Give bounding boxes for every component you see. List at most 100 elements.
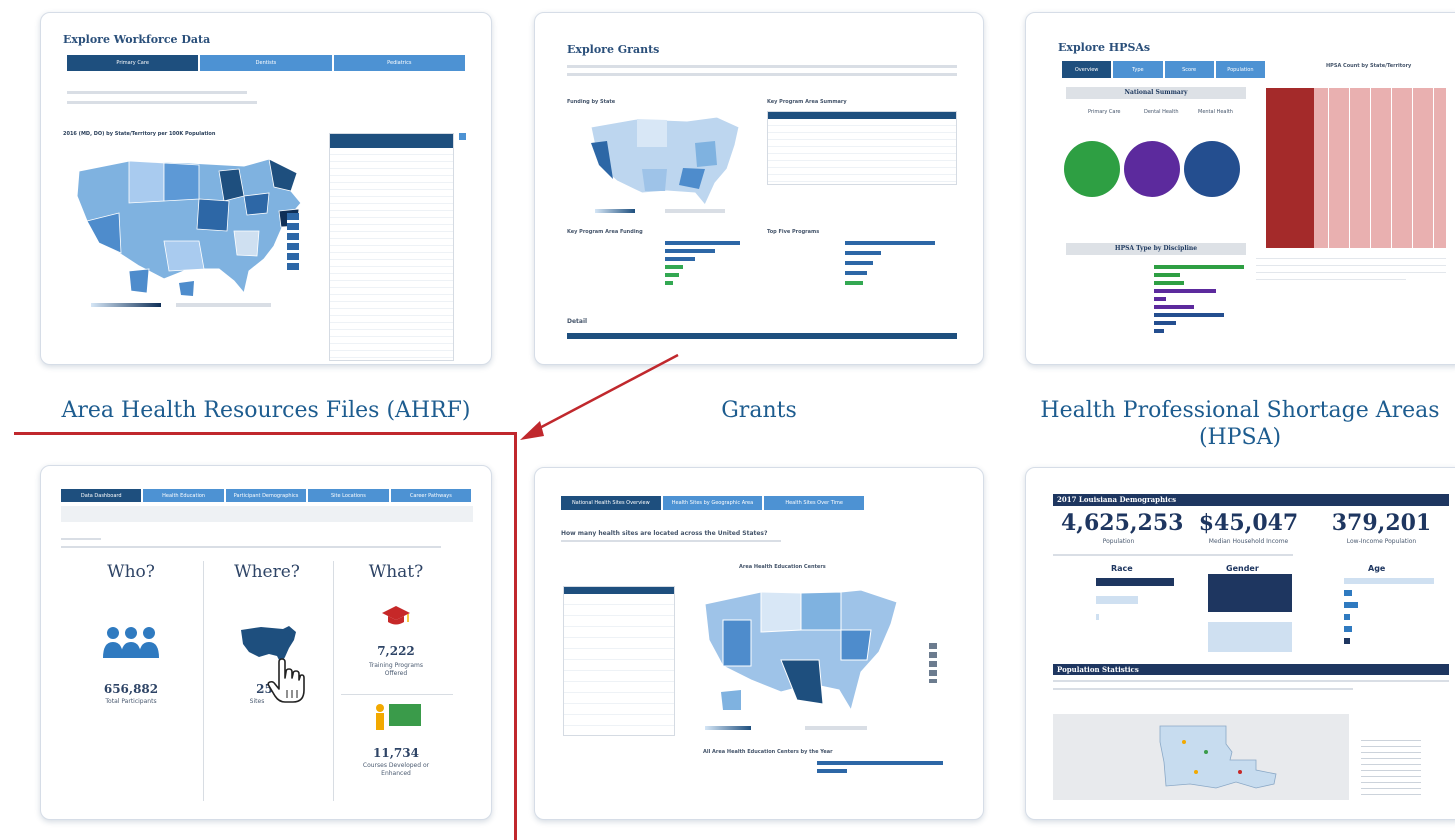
age-bar [1344, 614, 1350, 620]
section-funding-by-state: Funding by State [567, 99, 616, 105]
gender-bar [1208, 622, 1292, 652]
tab-over-time[interactable]: Health Sites Over Time [764, 496, 865, 510]
tab-geographic-area[interactable]: Health Sites by Geographic Area [662, 496, 763, 510]
funding-bar [665, 257, 695, 261]
louisiana-map [1159, 725, 1277, 789]
tab-type[interactable]: Type [1113, 61, 1163, 78]
workforce-dashboard-card[interactable]: Explore Workforce Data Primary Care Dent… [40, 12, 492, 365]
filter-row [67, 101, 257, 104]
discipline-bar [1154, 305, 1194, 309]
tab-national-overview[interactable]: National Health Sites Overview [561, 496, 661, 510]
program-summary-table [767, 111, 957, 185]
ahec-zoom[interactable] [805, 726, 867, 730]
program-bar [845, 251, 881, 255]
demographics-note [1053, 554, 1293, 556]
program-bar [845, 271, 867, 275]
where-heading: Where? [234, 562, 300, 582]
filter-row [67, 91, 247, 94]
column-divider [203, 561, 204, 801]
zoom-controls[interactable] [176, 303, 271, 307]
section-key-program-funding: Key Program Area Funding [567, 229, 643, 235]
age-heading: Age [1368, 564, 1386, 573]
age-bar [1344, 638, 1350, 644]
ahec-tabs: National Health Sites Overview Health Si… [561, 496, 866, 510]
description-line [61, 538, 101, 540]
tab-site-locations[interactable]: Site Locations [308, 489, 389, 502]
discipline-header: HPSA Type by Discipline [1066, 243, 1246, 255]
income-value: $45,047 [1198, 510, 1299, 536]
filter-row [567, 65, 957, 68]
tab-health-education[interactable]: Health Education [143, 489, 224, 502]
map-legend-swatches [287, 213, 299, 273]
tab-overview[interactable]: Overview [1062, 61, 1112, 78]
hpsa-dashboard-card[interactable]: Explore HPSAs Overview Type Score Popula… [1025, 12, 1455, 365]
ahec-legend [705, 726, 751, 730]
hpsa-title: Explore HPSAs [1058, 41, 1151, 54]
national-summary-header: National Summary [1066, 87, 1246, 99]
tab-primary-care[interactable]: Primary Care [67, 55, 199, 71]
tab-score[interactable]: Score [1164, 61, 1214, 78]
description-line [61, 546, 441, 548]
detail-table-header [567, 333, 957, 339]
workforce-tabs: Primary Care Dentists Pediatrics [67, 55, 467, 71]
graduation-cap-icon [382, 606, 410, 625]
state-table [329, 133, 454, 361]
caption-hpsa-line1: Health Professional Shortage Areas [1040, 398, 1440, 423]
funding-bar [665, 249, 715, 253]
ahec-map-title: Area Health Education Centers [739, 564, 826, 570]
what-divider [341, 694, 453, 695]
stats-note [1053, 688, 1353, 690]
discipline-bar [1154, 281, 1184, 285]
discipline-bar [1154, 297, 1166, 301]
discipline-bar [1154, 321, 1176, 325]
ahec-us-map [704, 589, 898, 712]
race-bar [1096, 596, 1138, 604]
workforce-title: Explore Workforce Data [63, 33, 211, 46]
section-top-five-programs: Top Five Programs [767, 229, 820, 235]
funding-bar [665, 241, 740, 245]
courses-value: 11,734 [373, 746, 419, 760]
demographics-header: 2017 Louisiana Demographics [1053, 494, 1449, 506]
col-primary-care: Primary Care [1088, 109, 1121, 115]
us-choropleth-map [76, 158, 302, 296]
tab-career-pathways[interactable]: Career Pathways [390, 489, 472, 502]
grants-dashboard-card[interactable]: Explore Grants Funding by State Key Prog… [534, 12, 984, 365]
participants-label: Total Participants [105, 698, 157, 705]
income-label: Median Household Income [1208, 538, 1289, 545]
table-export-icon[interactable] [459, 133, 466, 140]
funding-bar [665, 273, 679, 277]
tab-population[interactable]: Population [1215, 61, 1265, 78]
ahec-sites-card[interactable]: National Health Sites Overview Health Si… [534, 467, 984, 820]
tab-participant-demographics[interactable]: Participant Demographics [225, 489, 307, 502]
tab-pediatrics[interactable]: Pediatrics [333, 55, 465, 71]
demographics-card[interactable]: 2017 Louisiana Demographics 4,625,253 Po… [1025, 467, 1455, 820]
programs-value: 7,222 [377, 644, 415, 658]
map-title: 2016 (MD, DO) by State/Territory per 100… [63, 131, 216, 137]
what-heading: What? [368, 562, 424, 582]
program-bar [845, 261, 873, 265]
gender-bar [1208, 574, 1292, 612]
color-scale [91, 303, 161, 307]
race-heading: Race [1111, 564, 1133, 573]
age-bar [1344, 590, 1352, 596]
parish-legend [1361, 738, 1421, 798]
caption-hpsa-line2: (HPSA) [1198, 425, 1282, 450]
discipline-bar [1154, 265, 1244, 269]
grants-title: Explore Grants [567, 43, 660, 56]
col-dental-health: Dental Health [1144, 109, 1179, 115]
ahec-year-bar [817, 761, 943, 765]
caption-hpsa[interactable]: Health Professional Shortage Areas (HPSA… [1025, 397, 1455, 451]
treemap-title: HPSA Count by State/Territory [1326, 63, 1412, 69]
ahec-map-controls[interactable] [929, 643, 937, 683]
tab-dentists[interactable]: Dentists [200, 55, 332, 71]
grants-zoom[interactable] [665, 209, 725, 213]
data-warehouse-card[interactable]: Data Dashboard Health Education Particip… [40, 465, 492, 820]
ahec-subtitle [561, 540, 781, 542]
funding-bar [665, 281, 673, 285]
programs-label: Training Programs Offered [368, 662, 424, 677]
gender-heading: Gender [1226, 564, 1259, 573]
tab-data-dashboard[interactable]: Data Dashboard [61, 489, 142, 502]
ahec-bar-title: All Area Health Education Centers by the… [703, 749, 833, 755]
caption-ahrf[interactable]: Area Health Resources Files (AHRF) [40, 397, 492, 424]
race-bar [1096, 578, 1174, 586]
